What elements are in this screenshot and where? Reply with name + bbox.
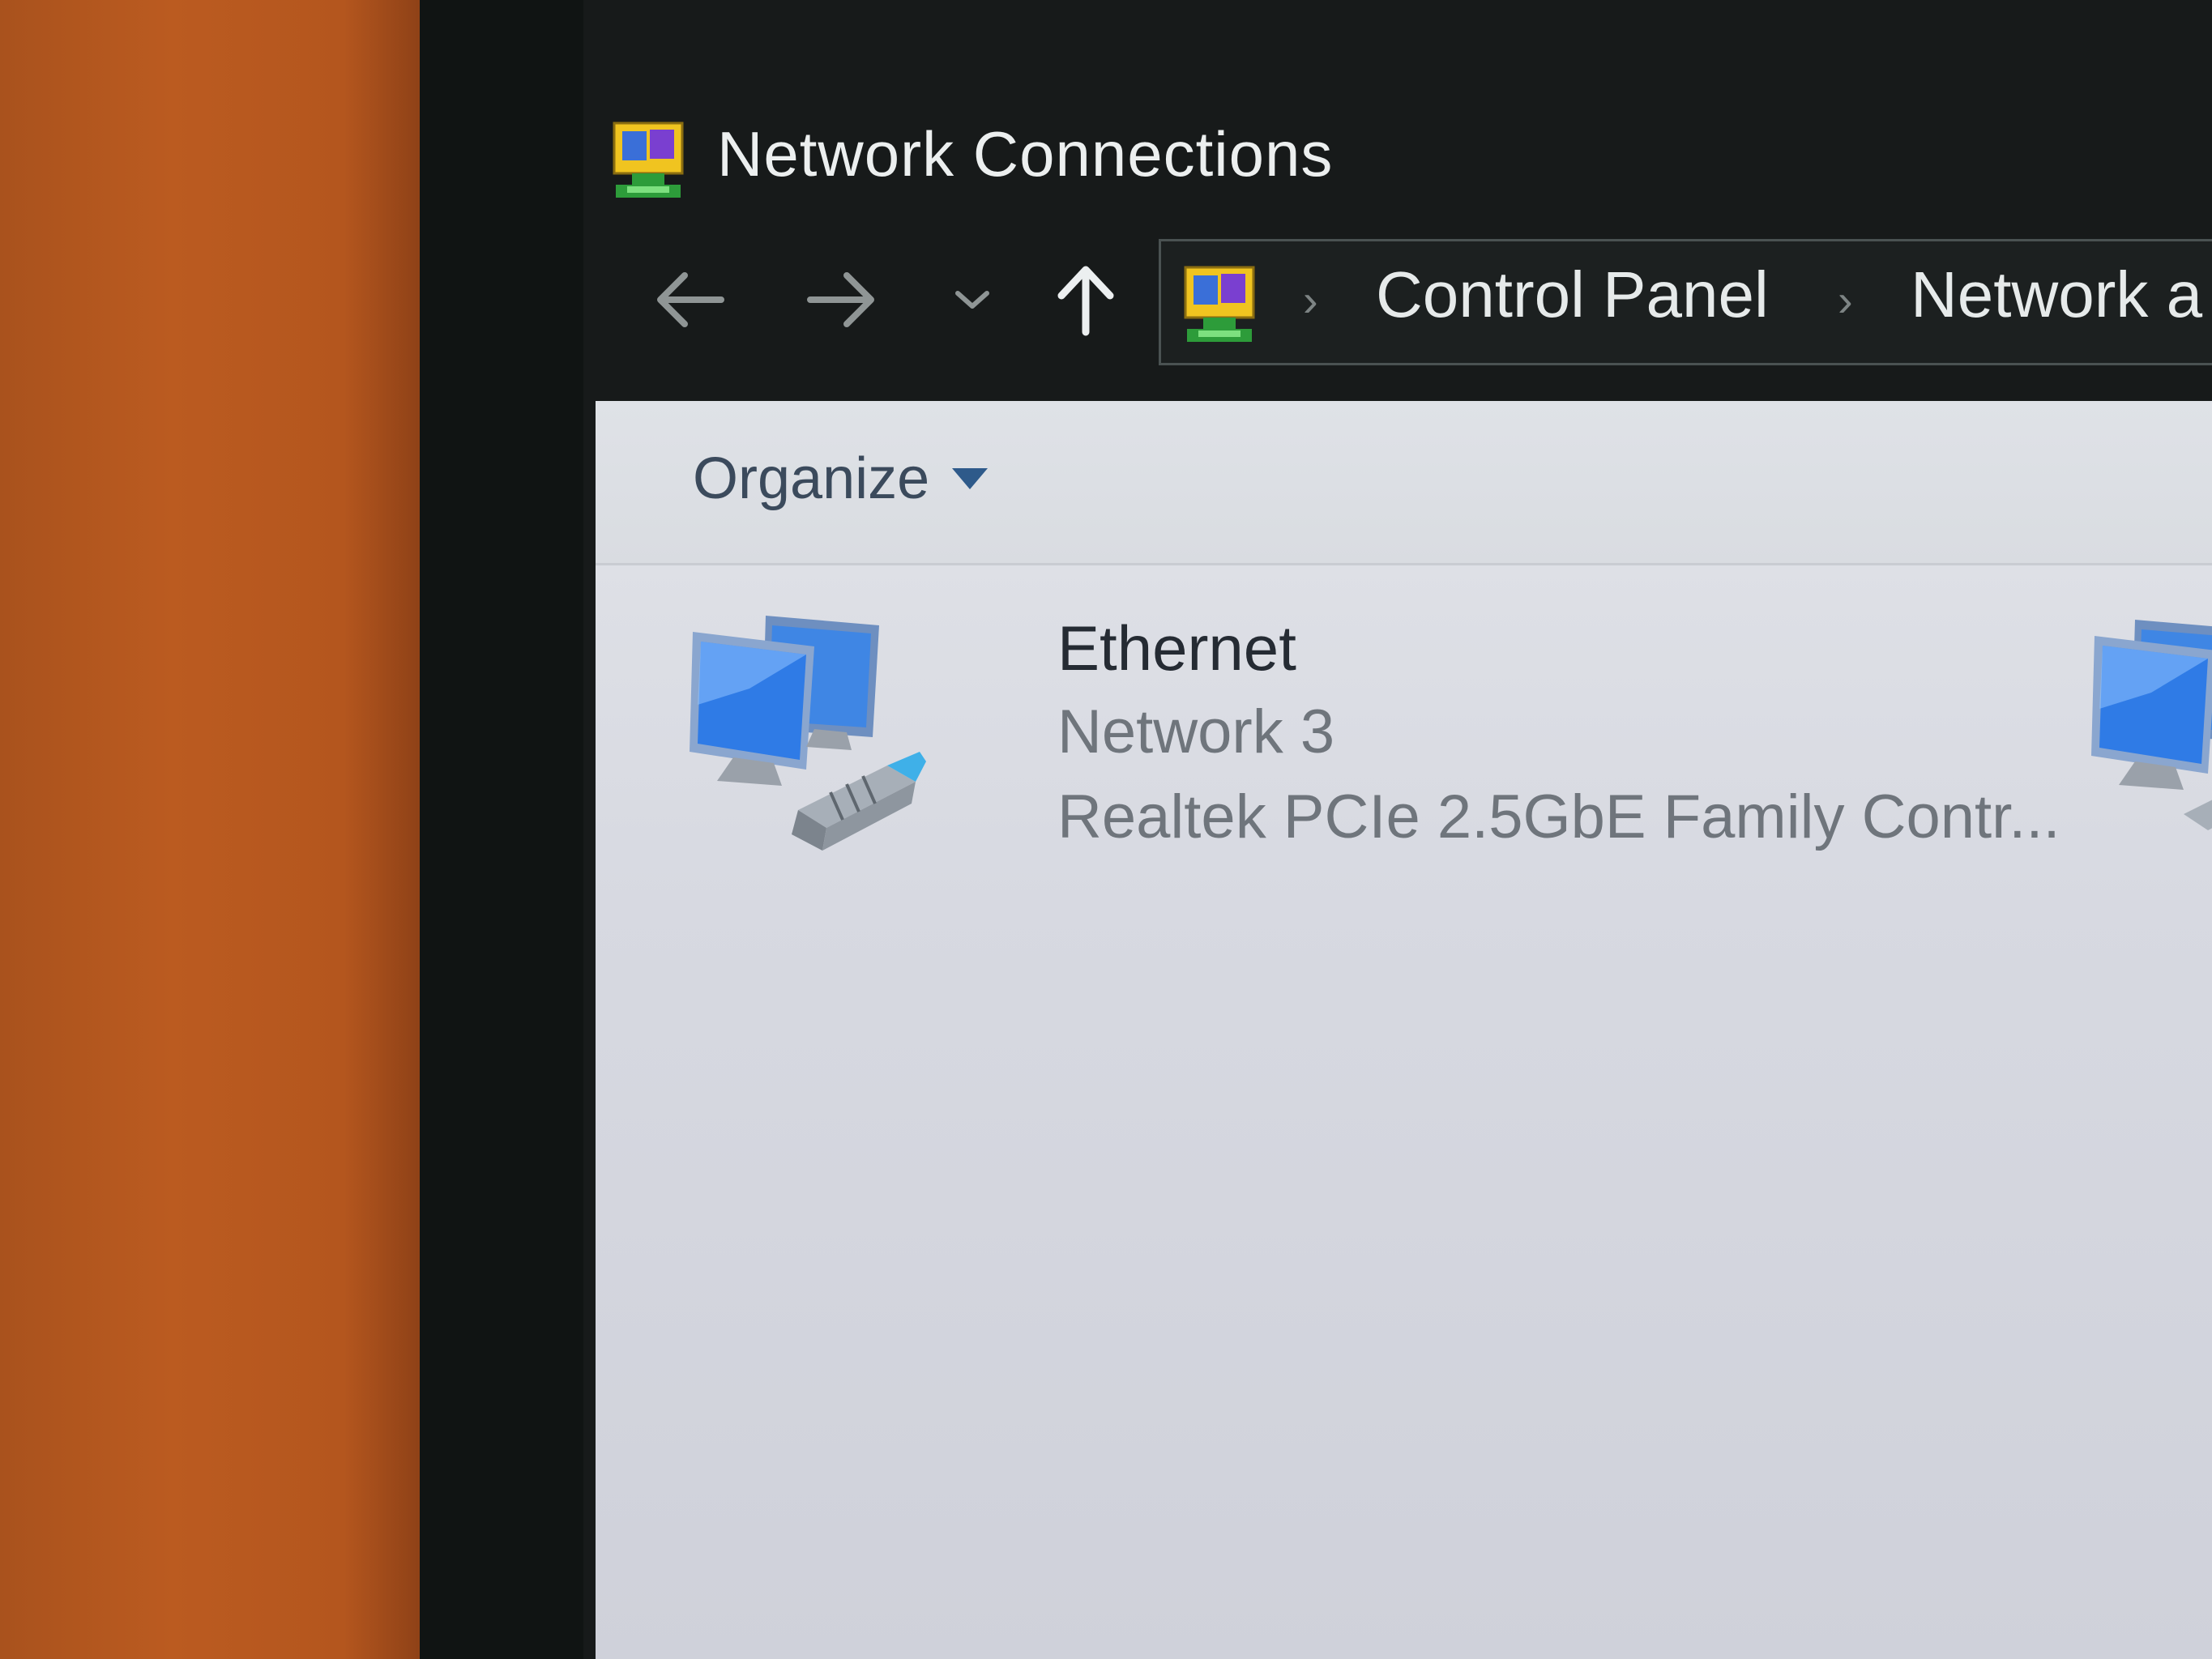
connection-item-partial[interactable] xyxy=(2086,612,2212,871)
window-title: Network Connections xyxy=(717,118,1334,190)
ethernet-adapter-icon xyxy=(685,608,928,859)
connection-device: Realtek PCIe 2.5GbE Family Contr... xyxy=(1057,783,2060,851)
breadcrumb-separator-icon: › xyxy=(1838,275,1853,326)
network-adapter-icon xyxy=(2091,620,2212,830)
network-connections-icon xyxy=(608,115,689,203)
chevron-down-icon xyxy=(955,291,989,309)
arrow-up-icon xyxy=(1057,266,1114,336)
recent-locations-button[interactable] xyxy=(940,255,1005,344)
title-bar: Network Connections xyxy=(583,97,2212,203)
desk-background xyxy=(0,0,429,1659)
command-bar: Organize xyxy=(596,401,2212,565)
forward-button[interactable] xyxy=(794,255,891,344)
breadcrumb-separator-icon: › xyxy=(1303,275,1318,326)
navigation-bar: › Control Panel › Network a xyxy=(583,231,2212,381)
connection-status: Network 3 xyxy=(1057,697,1335,766)
address-bar[interactable]: › Control Panel › Network a xyxy=(1159,239,2212,365)
breadcrumb-control-panel[interactable]: Control Panel xyxy=(1376,258,1769,332)
arrow-right-icon xyxy=(807,272,874,327)
content-pane: Organize Ethernet Network 3 Realtek PCIe… xyxy=(596,401,2212,1659)
dropdown-arrow-icon xyxy=(952,468,989,489)
arrow-left-icon xyxy=(657,272,724,327)
connection-item-ethernet[interactable]: Ethernet Network 3 Realtek PCIe 2.5GbE F… xyxy=(685,608,2070,875)
network-connections-icon xyxy=(1179,259,1260,347)
organize-button[interactable]: Organize xyxy=(693,446,989,512)
connection-name: Ethernet xyxy=(1057,612,1296,684)
breadcrumb-network[interactable]: Network a xyxy=(1911,258,2202,332)
back-button[interactable] xyxy=(640,255,737,344)
organize-label: Organize xyxy=(693,446,930,511)
up-button[interactable] xyxy=(1037,255,1134,344)
